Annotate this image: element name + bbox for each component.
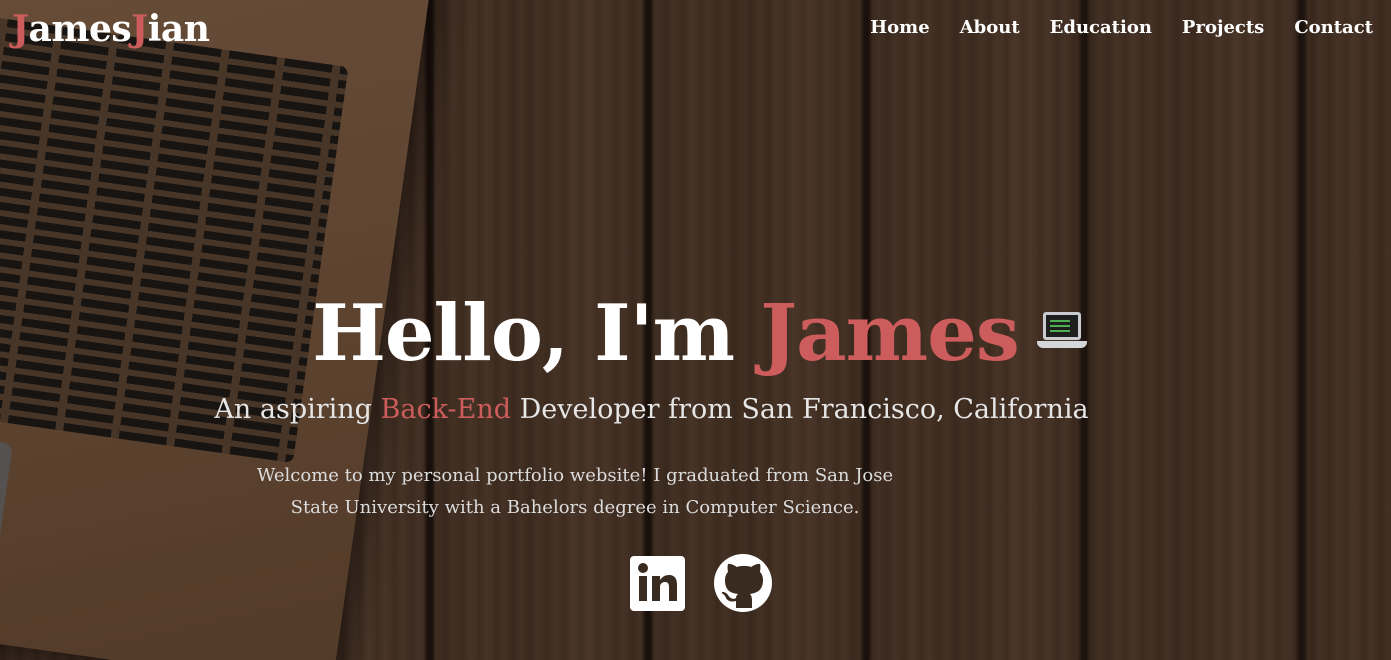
hero-greeting: Hello, I'm: [312, 288, 761, 379]
linkedin-icon[interactable]: [630, 555, 685, 611]
laptop-trackpad: [0, 427, 13, 623]
social-links: [630, 553, 773, 613]
hero-title: Hello, I'm James: [0, 288, 1391, 379]
nav-about[interactable]: About: [960, 17, 1020, 38]
nav-education[interactable]: Education: [1050, 17, 1152, 38]
subtitle-before: An aspiring: [214, 394, 381, 425]
site-logo[interactable]: JamesJian: [12, 8, 210, 50]
nav-contact[interactable]: Contact: [1294, 17, 1373, 38]
subtitle-highlight: Back-End: [380, 394, 511, 425]
laptop-icon: [1036, 311, 1087, 352]
logo-initial-first: J: [12, 8, 29, 50]
nav-home[interactable]: Home: [870, 17, 930, 38]
logo-first-rest: ames: [28, 8, 132, 50]
hero-subtitle: An aspiring Back-End Developer from San …: [0, 394, 1391, 425]
nav-projects[interactable]: Projects: [1182, 17, 1264, 38]
hero-intro: Welcome to my personal portfolio website…: [256, 465, 894, 518]
logo-last-rest: ian: [147, 8, 210, 50]
github-icon[interactable]: [713, 553, 773, 613]
subtitle-after: Developer from San Francisco, California: [511, 394, 1089, 425]
logo-initial-last: J: [131, 8, 148, 50]
hero-name: James: [760, 288, 1020, 379]
main-nav: Home About Education Projects Contact: [870, 17, 1373, 38]
